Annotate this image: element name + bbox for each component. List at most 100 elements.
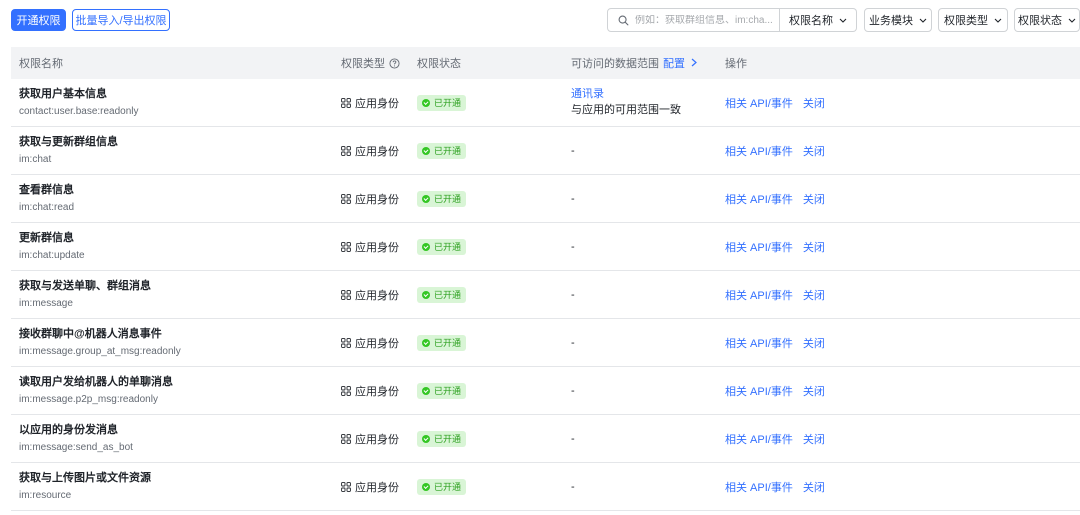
app-identity-icon — [341, 97, 351, 108]
permission-name-cell: 查看群信息 im:chat:read — [19, 175, 74, 222]
permission-status-cell: 已开通 — [417, 415, 467, 462]
permission-scope: im:message — [19, 297, 73, 309]
chevron-down-icon — [839, 18, 847, 23]
filter-business-module[interactable]: 业务模块 — [864, 8, 932, 32]
check-circle-icon — [422, 242, 430, 251]
column-header-range-label: 可访问的数据范围 — [571, 58, 659, 70]
permission-status-cell: 已开通 — [417, 127, 467, 174]
search-icon — [618, 15, 629, 25]
check-circle-icon — [422, 434, 430, 443]
filter-permission-type[interactable]: 权限类型 — [938, 8, 1008, 32]
permission-type: 应用身份 — [355, 337, 399, 350]
table-row: 获取与上传图片或文件资源 im:resource 应用身份 已开通 - 相关 API/事件… — [11, 463, 1080, 511]
related-api-link[interactable]: 相关 API/事件 — [725, 191, 793, 207]
search-input[interactable] — [635, 14, 775, 26]
range-empty: - — [571, 144, 575, 157]
related-api-link[interactable]: 相关 API/事件 — [725, 479, 793, 495]
status-label: 已开通 — [434, 98, 462, 108]
related-api-link[interactable]: 相关 API/事件 — [725, 383, 793, 399]
data-range-cell: - — [571, 463, 575, 510]
column-header-ops: 操作 — [725, 58, 747, 70]
permission-type: 应用身份 — [355, 481, 399, 494]
permission-name-cell: 获取与更新群组信息 im:chat — [19, 127, 118, 174]
operations-cell: 相关 API/事件 关闭 — [725, 175, 835, 222]
column-header-range: 可访问的数据范围 配置 — [571, 47, 697, 79]
related-api-link[interactable]: 相关 API/事件 — [725, 287, 793, 303]
search-scope-select[interactable]: 权限名称 — [780, 8, 857, 32]
app-identity-icon — [341, 481, 351, 492]
permission-name: 读取用户发给机器人的单聊消息 — [19, 375, 173, 388]
status-badge: 已开通 — [417, 286, 467, 303]
status-badge: 已开通 — [417, 238, 467, 255]
related-api-link[interactable]: 相关 API/事件 — [725, 143, 793, 159]
permission-status-cell: 已开通 — [417, 175, 467, 222]
close-permission-link[interactable]: 关闭 — [803, 431, 825, 447]
related-api-link[interactable]: 相关 API/事件 — [725, 335, 793, 351]
data-range-cell: - — [571, 415, 575, 462]
data-range-cell: - — [571, 319, 575, 366]
status-badge: 已开通 — [417, 190, 467, 207]
help-icon[interactable] — [389, 57, 400, 69]
search-box — [607, 8, 780, 32]
column-header-type-label: 权限类型 — [341, 58, 385, 70]
permission-type-cell: 应用身份 — [341, 127, 399, 174]
table-row: 查看群信息 im:chat:read 应用身份 已开通 - 相关 API/事件 关闭 — [11, 175, 1080, 223]
related-api-link[interactable]: 相关 API/事件 — [725, 95, 793, 111]
column-header-status: 权限状态 — [417, 58, 461, 70]
permission-name-cell: 获取与发送单聊、群组消息 im:message — [19, 271, 151, 318]
permission-status-cell: 已开通 — [417, 463, 467, 510]
status-label: 已开通 — [434, 290, 462, 300]
permission-scope: im:message.p2p_msg:readonly — [19, 393, 158, 405]
permission-type-cell: 应用身份 — [341, 463, 399, 510]
table-header: 权限名称 权限类型 权限状态 可访问的数据范围 配置 操作 — [11, 47, 1080, 79]
open-permission-button[interactable]: 开通权限 — [11, 9, 66, 31]
permission-type-cell: 应用身份 — [341, 223, 399, 270]
app-identity-icon — [341, 433, 351, 444]
permission-type-cell: 应用身份 — [341, 319, 399, 366]
close-permission-link[interactable]: 关闭 — [803, 479, 825, 495]
range-link[interactable]: 通讯录 — [571, 87, 681, 102]
chevron-down-icon — [994, 18, 1002, 23]
permission-name: 接收群聊中@机器人消息事件 — [19, 327, 162, 340]
data-range-cell: - — [571, 271, 575, 318]
related-api-link[interactable]: 相关 API/事件 — [725, 239, 793, 255]
close-permission-link[interactable]: 关闭 — [803, 239, 825, 255]
status-label: 已开通 — [434, 194, 462, 204]
close-permission-link[interactable]: 关闭 — [803, 383, 825, 399]
close-permission-link[interactable]: 关闭 — [803, 191, 825, 207]
batch-import-export-button[interactable]: 批量导入/导出权限 — [72, 9, 170, 31]
permission-name-cell: 以应用的身份发消息 im:message:send_as_bot — [19, 415, 133, 462]
toolbar: 开通权限 批量导入/导出权限 权限名称 业务模块 权限类型 权限状态 — [0, 0, 1080, 40]
operations-cell: 相关 API/事件 关闭 — [725, 271, 835, 318]
permission-scope: im:message:send_as_bot — [19, 441, 133, 453]
operations-cell: 相关 API/事件 关闭 — [725, 319, 835, 366]
check-circle-icon — [422, 338, 430, 347]
permission-scope: im:chat:read — [19, 201, 75, 213]
permission-type: 应用身份 — [355, 193, 399, 206]
permission-type: 应用身份 — [355, 289, 399, 302]
status-label: 已开通 — [434, 386, 462, 396]
range-empty: - — [571, 288, 575, 301]
filter-permission-status[interactable]: 权限状态 — [1014, 8, 1080, 32]
permission-status-cell: 已开通 — [417, 79, 467, 126]
range-empty: - — [571, 432, 575, 445]
close-permission-link[interactable]: 关闭 — [803, 95, 825, 111]
related-api-link[interactable]: 相关 API/事件 — [725, 431, 793, 447]
operations-cell: 相关 API/事件 关闭 — [725, 463, 835, 510]
permission-name: 获取用户基本信息 — [19, 87, 107, 100]
close-permission-link[interactable]: 关闭 — [803, 335, 825, 351]
range-config-link[interactable]: 配置 — [663, 55, 697, 71]
app-identity-icon — [341, 193, 351, 204]
close-permission-link[interactable]: 关闭 — [803, 143, 825, 159]
chevron-down-icon — [919, 18, 927, 23]
close-permission-link[interactable]: 关闭 — [803, 287, 825, 303]
status-label: 已开通 — [434, 242, 462, 252]
permission-name: 获取与上传图片或文件资源 — [19, 471, 151, 484]
check-circle-icon — [422, 386, 430, 395]
status-label: 已开通 — [434, 146, 462, 156]
table-row: 获取与发送单聊、群组消息 im:message 应用身份 已开通 - 相关 API/事件关… — [11, 271, 1080, 319]
status-badge: 已开通 — [417, 430, 467, 447]
permission-scope: im:chat:update — [19, 249, 85, 261]
permission-name-cell: 读取用户发给机器人的单聊消息 im:message.p2p_msg:readonl… — [19, 367, 173, 414]
operations-cell: 相关 API/事件 关闭 — [725, 79, 835, 126]
